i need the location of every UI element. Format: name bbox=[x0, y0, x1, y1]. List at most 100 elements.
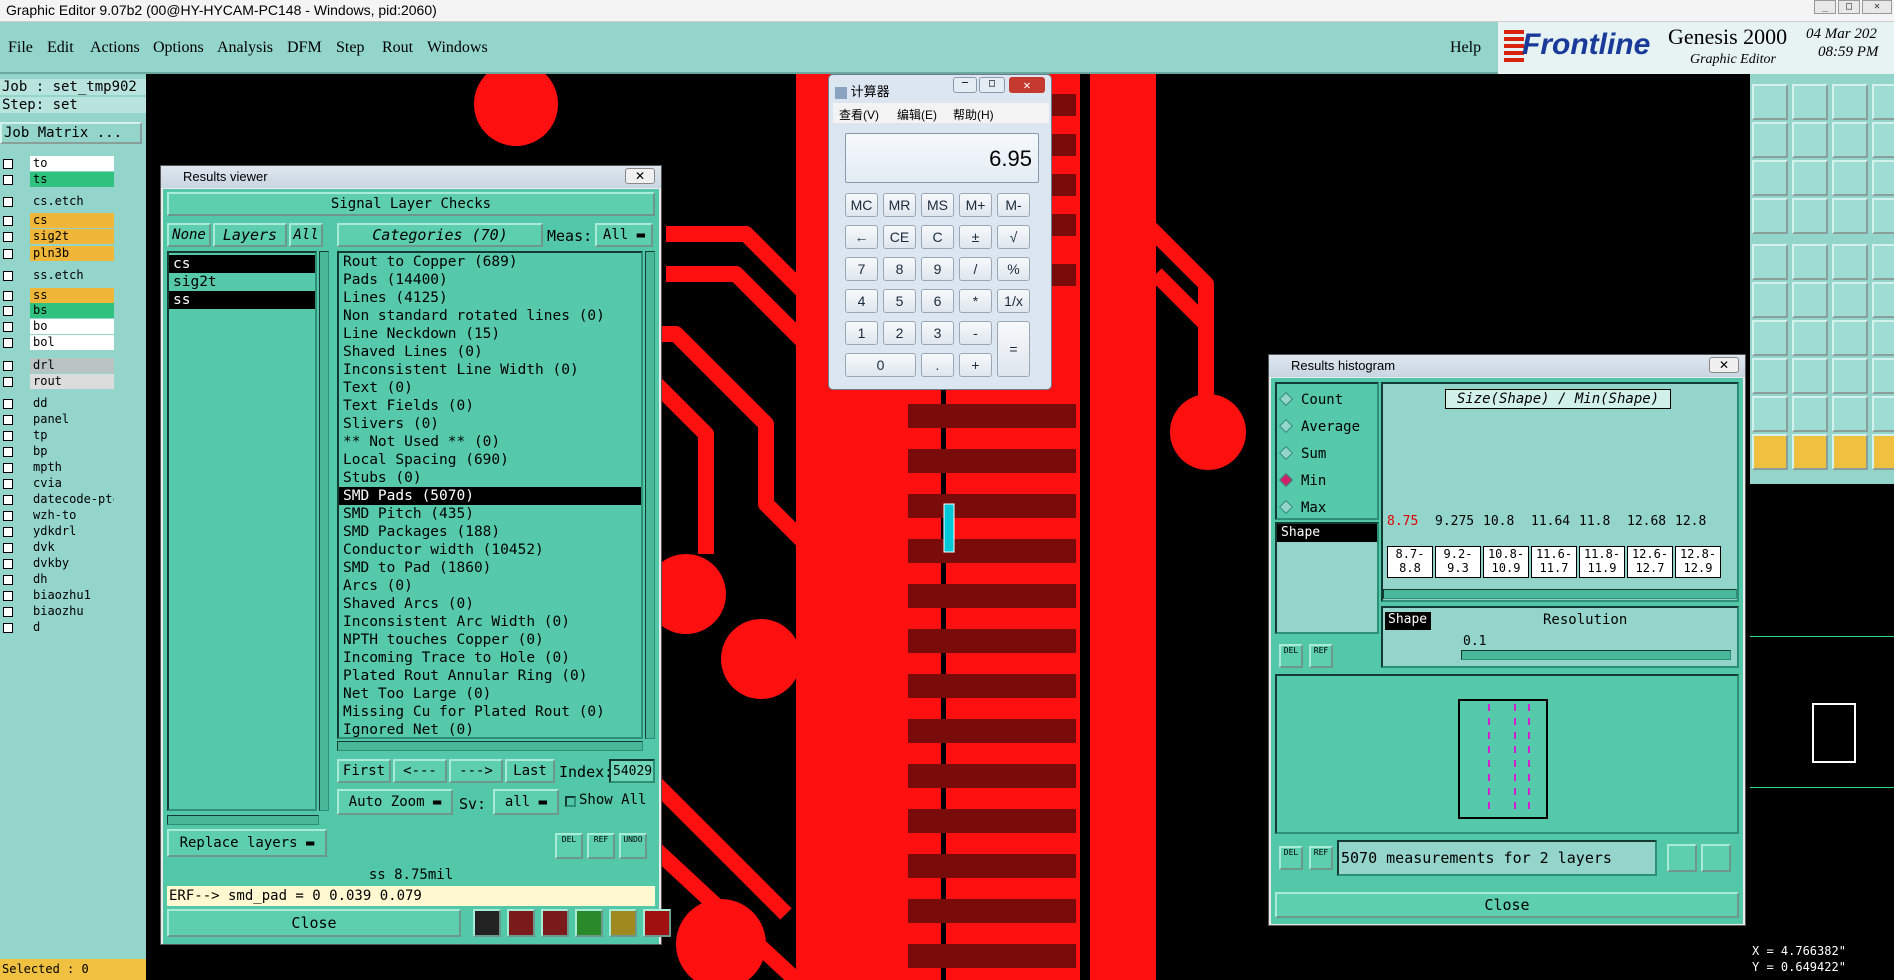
route-icon[interactable] bbox=[1832, 198, 1868, 234]
home-icon[interactable] bbox=[1832, 84, 1868, 120]
layer-checkbox[interactable] bbox=[3, 543, 13, 553]
snap-icon[interactable] bbox=[1872, 160, 1894, 196]
layer-name[interactable]: tp bbox=[30, 428, 114, 443]
calc-key[interactable]: CE bbox=[883, 225, 916, 249]
layer-checkbox[interactable] bbox=[3, 322, 13, 332]
menu-options[interactable]: Options bbox=[153, 39, 204, 57]
calculator-maximize-button[interactable]: □ bbox=[979, 77, 1005, 93]
list-item[interactable]: Ignored Net (0) bbox=[339, 721, 641, 739]
zoom-icon[interactable] bbox=[1667, 844, 1697, 872]
list-item[interactable]: Slivers (0) bbox=[339, 415, 641, 433]
calc-key[interactable]: 7 bbox=[845, 257, 878, 281]
layer-name[interactable]: panel bbox=[30, 412, 114, 427]
calc-menu-help[interactable]: 帮助(H) bbox=[953, 106, 994, 123]
calc-key[interactable]: MC bbox=[845, 193, 878, 217]
calc-key[interactable]: . bbox=[921, 353, 954, 377]
radio-icon[interactable] bbox=[1278, 418, 1294, 434]
grid-icon[interactable] bbox=[1792, 198, 1828, 234]
layer-row[interactable]: wzh-to bbox=[0, 508, 146, 524]
calc-menu-edit[interactable]: 编辑(E) bbox=[897, 106, 937, 123]
layer-name[interactable]: dvk bbox=[30, 540, 114, 555]
calculator-minimize-button[interactable]: ─ bbox=[953, 77, 977, 93]
layer-checkbox[interactable] bbox=[3, 607, 13, 617]
first-button[interactable]: First bbox=[337, 759, 391, 783]
layer-row[interactable]: dvk bbox=[0, 540, 146, 556]
list-item[interactable]: NPTH touches Copper (0) bbox=[339, 631, 641, 649]
list-item[interactable]: Non standard rotated lines (0) bbox=[339, 307, 641, 325]
list-item[interactable]: Line Neckdown (15) bbox=[339, 325, 641, 343]
layer-name[interactable]: rout bbox=[30, 374, 114, 389]
index-input[interactable] bbox=[609, 759, 655, 783]
aggregate-option-count[interactable]: Count bbox=[1278, 390, 1343, 408]
resolution-slider[interactable] bbox=[1461, 650, 1731, 660]
calc-key[interactable]: 4 bbox=[845, 289, 878, 313]
calc-key[interactable]: 6 bbox=[921, 289, 954, 313]
layer-checkbox[interactable] bbox=[3, 527, 13, 537]
layer-checkbox[interactable] bbox=[3, 232, 13, 242]
histogram-range-cell[interactable]: 12.8- 12.9 bbox=[1675, 546, 1721, 578]
arc-icon[interactable] bbox=[1832, 282, 1868, 318]
zoom-center-icon[interactable] bbox=[1792, 160, 1828, 196]
layer-row[interactable]: tp bbox=[0, 428, 146, 444]
erase-icon[interactable] bbox=[507, 909, 535, 937]
menu-edit[interactable]: Edit bbox=[47, 39, 74, 57]
window-close-button[interactable]: ✕ bbox=[1862, 0, 1892, 14]
triangle-icon[interactable] bbox=[1752, 396, 1788, 432]
layer-row[interactable]: cs.etch bbox=[0, 194, 146, 210]
list-item[interactable]: Local Spacing (690) bbox=[339, 451, 641, 469]
layer-checkbox[interactable] bbox=[3, 306, 13, 316]
ref-icon[interactable]: REF bbox=[1309, 846, 1333, 870]
menu-step[interactable]: Step bbox=[336, 39, 364, 57]
layer-name[interactable]: mpth bbox=[30, 460, 114, 475]
list-item[interactable]: Arcs (0) bbox=[339, 577, 641, 595]
meas-select[interactable]: All ▬ bbox=[595, 223, 653, 247]
step-out-icon[interactable] bbox=[1792, 122, 1828, 158]
layer-row[interactable]: biaozhu1 bbox=[0, 588, 146, 604]
calc-key[interactable]: M- bbox=[997, 193, 1030, 217]
list-item[interactable]: sig2t bbox=[169, 273, 315, 291]
layer-name[interactable]: pln3b bbox=[30, 246, 114, 261]
category-hscrollbar[interactable] bbox=[337, 741, 643, 751]
layer-row[interactable]: dh bbox=[0, 572, 146, 588]
close-button[interactable]: Close bbox=[167, 909, 461, 937]
list-item[interactable]: Text Fields (0) bbox=[339, 397, 641, 415]
histogram-range-cell[interactable]: 12.6- 12.7 bbox=[1627, 546, 1673, 578]
layer-name[interactable]: ss.etch bbox=[30, 268, 114, 283]
minimize-button[interactable]: _ bbox=[1814, 0, 1836, 14]
list-item[interactable]: Pads (14400) bbox=[339, 271, 641, 289]
layer-row[interactable]: rout bbox=[0, 374, 146, 390]
pan-icon[interactable] bbox=[1872, 358, 1894, 394]
layer-checkbox[interactable] bbox=[3, 559, 13, 569]
layer-checkbox[interactable] bbox=[3, 447, 13, 457]
layer-checkbox[interactable] bbox=[3, 175, 13, 185]
measure-icon[interactable] bbox=[1752, 198, 1788, 234]
layer-row[interactable]: bo bbox=[0, 319, 146, 335]
layer-name[interactable]: dvkby bbox=[30, 556, 114, 571]
layer-row[interactable]: panel bbox=[0, 412, 146, 428]
radio-icon[interactable] bbox=[1278, 445, 1294, 461]
menu-rout[interactable]: Rout bbox=[382, 39, 413, 57]
calc-key[interactable]: 9 bbox=[921, 257, 954, 281]
aggregate-option-min[interactable]: Min bbox=[1278, 471, 1326, 489]
layer-name[interactable]: bs bbox=[30, 303, 114, 318]
pointer-icon[interactable] bbox=[1752, 434, 1788, 470]
histogram-icon[interactable] bbox=[643, 909, 671, 937]
menu-windows[interactable]: Windows bbox=[427, 39, 488, 57]
categories-button[interactable]: Categories (70) bbox=[337, 223, 543, 247]
clear-icon[interactable] bbox=[541, 909, 569, 937]
radio-icon[interactable] bbox=[1278, 391, 1294, 407]
list-item[interactable]: Inconsistent Line Width (0) bbox=[339, 361, 641, 379]
close-button[interactable]: Close bbox=[1275, 892, 1739, 918]
del-icon[interactable]: DEL bbox=[1279, 644, 1303, 668]
hline-icon[interactable] bbox=[1792, 358, 1828, 394]
list-item[interactable]: Inconsistent Arc Width (0) bbox=[339, 613, 641, 631]
layer-checkbox[interactable] bbox=[3, 479, 13, 489]
cross-icon[interactable] bbox=[1792, 282, 1828, 318]
layer-name[interactable]: sig2t bbox=[30, 229, 114, 244]
layer-row[interactable]: to bbox=[0, 156, 146, 172]
layer-row[interactable]: dd bbox=[0, 396, 146, 412]
layer-name[interactable]: bo bbox=[30, 319, 114, 334]
calc-menu-view[interactable]: 查看(V) bbox=[839, 106, 879, 123]
layer-name[interactable]: d bbox=[30, 620, 114, 635]
layer-checkbox[interactable] bbox=[3, 291, 13, 301]
